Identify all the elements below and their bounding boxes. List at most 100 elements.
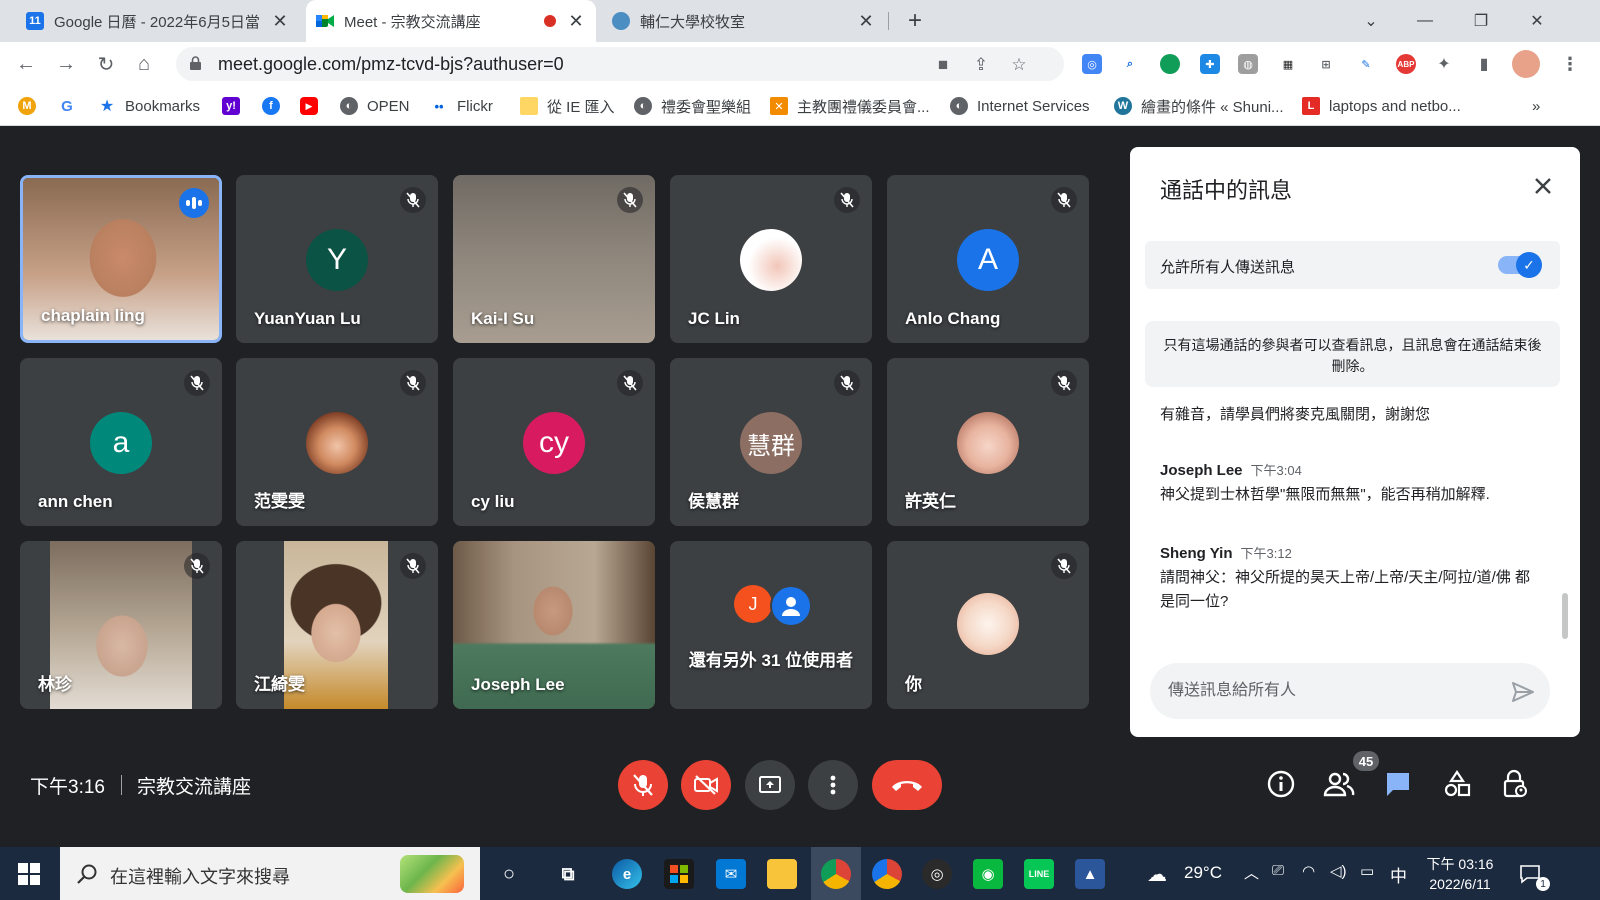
wifi-icon[interactable]: ◠ [1302,862,1315,880]
share-icon[interactable]: ⇪ [970,54,992,76]
home-icon[interactable]: ⌂ [130,50,158,78]
tab-meet[interactable]: Meet - 宗教交流講座 ✕ [306,0,596,42]
windows-start-icon[interactable] [18,863,40,885]
bookmark-flickr[interactable]: •• Flickr [430,94,493,118]
participant-tile[interactable]: JC Lin [670,175,872,343]
activities-button[interactable] [1440,767,1474,801]
microphone-toggle-button[interactable] [618,760,668,810]
volume-icon[interactable]: ◁) [1330,862,1347,880]
people-extension-icon[interactable]: ◍ [1238,54,1258,74]
bookmark-liturgy-music[interactable]: ◐ 禮委會聖樂組 [634,94,751,118]
close-icon[interactable] [1528,171,1558,201]
meeting-info-button[interactable] [1264,767,1298,801]
chrome-icon[interactable] [821,859,851,889]
bookmark-folder-bookmarks[interactable]: ★ Bookmarks [98,94,200,118]
grid-extension-icon[interactable]: ▦ [1278,54,1298,74]
close-icon[interactable]: ✕ [856,11,876,32]
bookmark-open[interactable]: ◐ OPEN [340,94,410,118]
close-icon[interactable]: ✕ [270,11,290,32]
participant-tile[interactable]: 江綺雯 [236,541,438,709]
chat-message-input[interactable] [1168,679,1488,703]
more-menu-icon[interactable]: ⋮ [1560,54,1580,74]
puzzle-app-icon[interactable]: ✚ [1200,54,1220,74]
bookmark-folder-ie[interactable]: 從 IE 匯入 [520,94,615,118]
bookmark-mail[interactable]: M [18,94,45,118]
participant-tile[interactable]: cy cy liu [453,358,655,526]
battery-icon[interactable]: ▭ [1360,862,1374,880]
cortana-icon[interactable]: ○ [494,859,524,889]
line-icon[interactable]: LINE [1024,859,1054,889]
bookmark-internet-services[interactable]: ◐ Internet Services [950,94,1090,118]
wechat-icon[interactable]: ◉ [973,859,1003,889]
chat-button[interactable] [1381,767,1415,801]
participant-tile[interactable]: a ann chen [20,358,222,526]
ime-indicator[interactable]: 中 [1390,862,1407,887]
weather-icon[interactable]: ☁ [1142,859,1172,889]
bookmark-label: Internet Services [977,97,1090,115]
mail-icon[interactable]: ✉ [716,859,746,889]
profile-avatar[interactable] [1512,50,1540,78]
bookmark-facebook[interactable]: f [262,94,289,118]
maximize-icon[interactable]: ❐ [1456,0,1506,42]
extension-icon[interactable]: ◎ [1082,54,1102,74]
apps-grid-icon[interactable]: ⊞ [1316,54,1336,74]
bookmark-bishops-liturgy[interactable]: ✕ 主教團禮儀委員會... [770,94,930,118]
zoom-search-icon[interactable]: ⌕ [1120,54,1140,74]
chat-scrollbar[interactable] [1562,593,1568,639]
bookmark-youtube[interactable]: ▶ [300,94,327,118]
allow-messages-toggle[interactable]: ✓ [1498,252,1542,278]
close-icon[interactable]: ✕ [566,11,586,32]
window-close-icon[interactable]: ✕ [1512,0,1562,42]
pen-extension-icon[interactable]: ✎ [1356,54,1376,74]
participant-tile[interactable]: chaplain ling [20,175,222,343]
device-icon[interactable]: ⎚ [1272,862,1284,879]
host-controls-button[interactable] [1498,767,1532,801]
participant-tile[interactable]: Kai-I Su [453,175,655,343]
adblock-icon[interactable]: ABP [1396,54,1416,74]
new-tab-button[interactable]: + [898,0,934,42]
bookmark-yahoo[interactable]: y! [222,94,249,118]
participant-tile[interactable]: Y YuanYuan Lu [236,175,438,343]
back-icon[interactable]: ← [12,50,40,78]
more-bookmarks-icon[interactable]: » [1532,94,1540,118]
task-view-icon[interactable]: ⧉ [553,859,583,889]
camera-toggle-button[interactable] [681,760,731,810]
bookmark-wordpress[interactable]: W 繪畫的條件 « Shuni... [1114,94,1284,118]
obs-icon[interactable]: ◎ [922,859,952,889]
bookmark-google[interactable]: G [58,94,85,118]
address-bar[interactable]: meet.google.com/pmz-tcvd-bjs?authuser=0 … [176,47,1064,81]
participant-tile[interactable]: A Anlo Chang [887,175,1089,343]
star-icon[interactable]: ☆ [1008,54,1030,76]
participant-tile[interactable]: Joseph Lee [453,541,655,709]
tab-google-calendar[interactable]: 11 Google 日曆 - 2022年6月5日當 ✕ [16,0,300,42]
photos-icon[interactable]: ▲ [1075,859,1105,889]
leave-call-button[interactable] [872,760,942,810]
side-panel-icon[interactable]: ▮ [1474,54,1494,74]
edge-icon[interactable]: e [612,859,642,889]
participant-tile[interactable]: 林珍 [20,541,222,709]
tab-search-icon[interactable]: ⌄ [1346,0,1396,42]
file-explorer-icon[interactable] [767,859,797,889]
extensions-puzzle-icon[interactable]: ✦ [1434,54,1454,74]
people-button[interactable] [1322,767,1356,801]
camera-icon[interactable]: ■ [932,54,954,76]
participant-tile[interactable]: 許英仁 [887,358,1089,526]
green-extension-icon[interactable] [1160,54,1180,74]
participant-tile[interactable]: 范雯雯 [236,358,438,526]
forward-icon[interactable]: → [52,50,80,78]
chrome-profile-icon[interactable] [872,859,902,889]
chevron-up-icon[interactable]: ︿ [1244,862,1259,883]
system-clock[interactable]: 下午 03:16 2022/6/11 [1420,854,1500,894]
other-participants-tile[interactable]: J 還有另外 31 位使用者 [670,541,872,709]
more-options-button[interactable] [808,760,858,810]
participant-tile[interactable]: 慧群 侯慧群 [670,358,872,526]
reload-icon[interactable]: ↻ [92,50,120,78]
tab-fju-chaplain[interactable]: 輔仁大學校牧室 ✕ [602,0,886,42]
present-screen-button[interactable] [745,760,795,810]
send-icon[interactable] [1510,679,1536,705]
minimize-icon[interactable]: — [1400,0,1450,42]
taskbar-search-box[interactable]: 在這裡輸入文字來搜尋 [60,847,480,900]
bookmark-laptops[interactable]: Llaptops and netbo... [1302,94,1461,118]
microsoft-store-icon[interactable] [664,859,694,889]
participant-tile[interactable]: 你 [887,541,1089,709]
